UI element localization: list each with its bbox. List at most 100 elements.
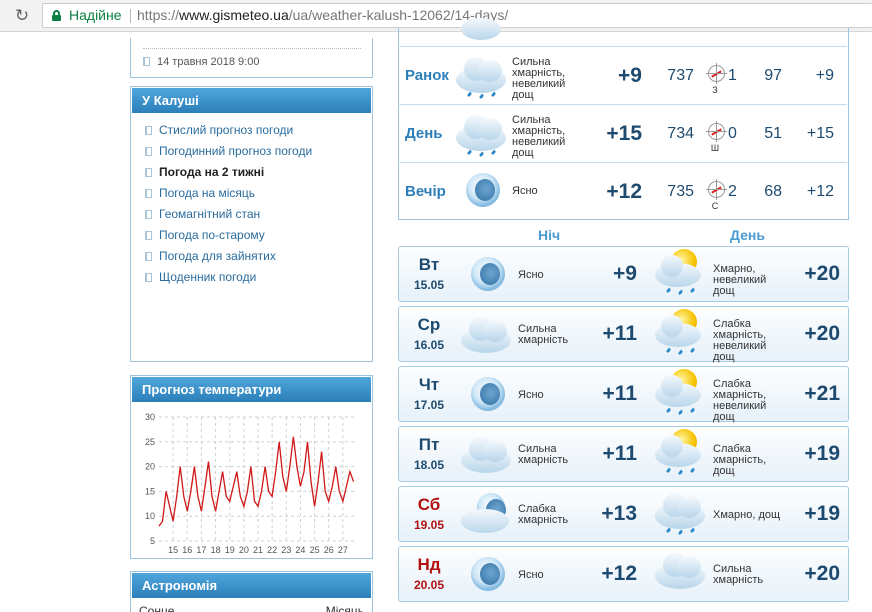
night-description: Ясно bbox=[518, 569, 544, 581]
part-temperature: +12 bbox=[606, 180, 642, 203]
day-forecast-row[interactable]: Пт 18.05 Сильна хмарність +11 Слабка хмарніс… bbox=[398, 426, 849, 482]
bullet-icon bbox=[145, 168, 152, 177]
wind-compass-icon bbox=[706, 179, 727, 200]
day-forecast-row[interactable]: Сб 19.05 Слабка хмарність +13 Хмарно, дощ +19 bbox=[398, 486, 849, 542]
part-pressure: 737 bbox=[667, 67, 694, 84]
night-temperature: +12 bbox=[601, 562, 637, 585]
city-menu-widget: У Калуші Стислий прогноз погоди Погодинн… bbox=[130, 86, 373, 362]
x-tick-label: 16 bbox=[182, 545, 192, 555]
day-name: Пт bbox=[418, 435, 440, 454]
cloudy-rain-icon bbox=[653, 487, 709, 536]
menu-item-short-forecast[interactable]: Стислий прогноз погоди bbox=[143, 120, 372, 141]
part-humidity: 97 bbox=[764, 67, 782, 84]
part-label: Вечір bbox=[405, 183, 446, 200]
day-description: Слабка хмарність, невеликий дощ bbox=[713, 378, 767, 423]
y-tick-label: 20 bbox=[145, 462, 155, 472]
temperature-widget: Прогноз температури 5 10 15 20 25 30 15 16 17 18 1… bbox=[130, 375, 373, 559]
day-name: Ср bbox=[417, 315, 441, 334]
y-tick-label: 25 bbox=[145, 437, 155, 447]
day-forecast-row[interactable]: Нд 20.05 Ясно +12 Сильна хмарність +20 bbox=[398, 546, 849, 602]
x-tick-label: 23 bbox=[281, 545, 291, 555]
part-feels-like: +9 bbox=[815, 67, 834, 84]
part-row: Ранок Сильна хмарність, невеликий дощ +9 73… bbox=[398, 46, 847, 104]
y-tick-label: 15 bbox=[145, 486, 155, 496]
wind-speed: 1 bbox=[728, 67, 737, 84]
day-description: Сильна хмарність bbox=[713, 563, 764, 586]
part-description: Сильна хмарність, невеликий дощ bbox=[512, 56, 566, 101]
lock-icon bbox=[52, 10, 61, 21]
menu-item-hourly-forecast[interactable]: Погодинний прогноз погоди bbox=[143, 141, 372, 162]
night-description: Ясно bbox=[518, 389, 544, 401]
night-temperature: +11 bbox=[602, 322, 637, 345]
day-date: 18.05 bbox=[413, 458, 445, 472]
day-forecast-row[interactable]: Вт 15.05 Ясно +9 Хмарно, невеликий дощ +20 bbox=[398, 246, 849, 302]
news-date: 14 травня 2018 9:00 bbox=[157, 56, 260, 68]
day-description: Слабка хмарність, дощ bbox=[713, 443, 767, 477]
partly-cloudy-rain-icon bbox=[653, 307, 709, 356]
astronomy-widget: Астрономія Сонце Місяць bbox=[130, 571, 373, 612]
x-tick-label: 21 bbox=[253, 545, 263, 555]
day-description: Хмарно, невеликий дощ bbox=[713, 263, 767, 297]
bullet-icon bbox=[145, 252, 152, 261]
partly-cloudy-rain-icon bbox=[653, 247, 709, 296]
x-tick-label: 20 bbox=[239, 545, 249, 555]
day-temperature: +19 bbox=[804, 502, 840, 525]
day-forecast-row[interactable]: Ср 16.05 Сильна хмарність +11 Слабка хмарніс… bbox=[398, 306, 849, 363]
clear-night-icon bbox=[454, 167, 510, 213]
part-pressure: 735 bbox=[667, 183, 694, 200]
cloudy-light-rain-icon bbox=[454, 109, 510, 158]
astronomy-widget-title: Астрономія bbox=[131, 572, 372, 599]
x-tick-label: 15 bbox=[168, 545, 178, 555]
clear-night-icon bbox=[459, 251, 515, 297]
day-date: 20.05 bbox=[413, 578, 445, 592]
menu-item-two-weeks[interactable]: Погода на 2 тижні bbox=[143, 162, 372, 183]
day-description: Слабка хмарність, невеликий дощ bbox=[713, 318, 767, 363]
clear-night-icon bbox=[459, 371, 515, 417]
day-forecast-row[interactable]: Чт 17.05 Ясно +11 Слабка хмарність, невелики… bbox=[398, 366, 849, 423]
part-description: Ясно bbox=[512, 185, 538, 197]
night-temperature: +11 bbox=[602, 442, 637, 465]
x-tick-label: 25 bbox=[310, 545, 320, 555]
cloudy-icon bbox=[459, 431, 515, 477]
bullet-icon bbox=[143, 57, 150, 66]
bullet-icon bbox=[145, 273, 152, 282]
day-temperature: +21 bbox=[804, 382, 840, 405]
cloudy-icon bbox=[459, 311, 515, 357]
day-temperature: +19 bbox=[804, 442, 840, 465]
reload-icon[interactable]: ↻ bbox=[10, 4, 34, 28]
wind-speed: 0 bbox=[728, 125, 737, 142]
bullet-icon bbox=[145, 147, 152, 156]
temperature-series-line bbox=[158, 436, 355, 527]
temperature-widget-title: Прогноз температури bbox=[131, 376, 372, 403]
wind-direction: С bbox=[711, 201, 719, 211]
menu-item-busy[interactable]: Погода для зайнятих bbox=[143, 246, 372, 267]
day-temperature: +20 bbox=[804, 562, 840, 585]
night-temperature: +13 bbox=[601, 502, 637, 525]
x-tick-label: 26 bbox=[324, 545, 334, 555]
day-description: Хмарно, дощ bbox=[713, 509, 781, 521]
night-description: Ясно bbox=[518, 269, 544, 281]
y-tick-label: 5 bbox=[150, 536, 155, 546]
cloudy-icon bbox=[455, 0, 511, 44]
x-tick-label: 24 bbox=[295, 545, 305, 555]
menu-item-geomagnetic[interactable]: Геомагнітний стан bbox=[143, 204, 372, 225]
wind-compass-icon bbox=[706, 63, 727, 84]
wind-compass-icon bbox=[706, 121, 727, 142]
part-label: Ранок bbox=[405, 67, 449, 84]
x-tick-label: 18 bbox=[211, 545, 221, 555]
bullet-icon bbox=[145, 210, 152, 219]
temperature-chart: 5 10 15 20 25 30 15 16 17 18 19 20 21 22 23 24 25 26 27 bbox=[145, 412, 357, 555]
part-humidity: 68 bbox=[764, 183, 782, 200]
menu-item-diary[interactable]: Щоденник погоди bbox=[143, 267, 372, 288]
menu-item-old-style[interactable]: Погода по-старому bbox=[143, 225, 372, 246]
day-date: 15.05 bbox=[413, 278, 445, 292]
day-name: Вт bbox=[418, 255, 440, 274]
part-feels-like: +15 bbox=[806, 125, 834, 142]
partly-cloudy-rain-icon bbox=[653, 427, 709, 476]
partly-cloudy-night-icon bbox=[459, 491, 515, 537]
today-parts: Ранок Сильна хмарність, невеликий дощ +9 73… bbox=[398, 46, 849, 220]
night-temperature: +9 bbox=[613, 262, 637, 285]
menu-item-month[interactable]: Погода на місяць bbox=[143, 183, 372, 204]
url-text[interactable]: https://www.gismeteo.ua/ua/weather-kalus… bbox=[137, 4, 508, 27]
night-temperature: +11 bbox=[602, 382, 637, 405]
